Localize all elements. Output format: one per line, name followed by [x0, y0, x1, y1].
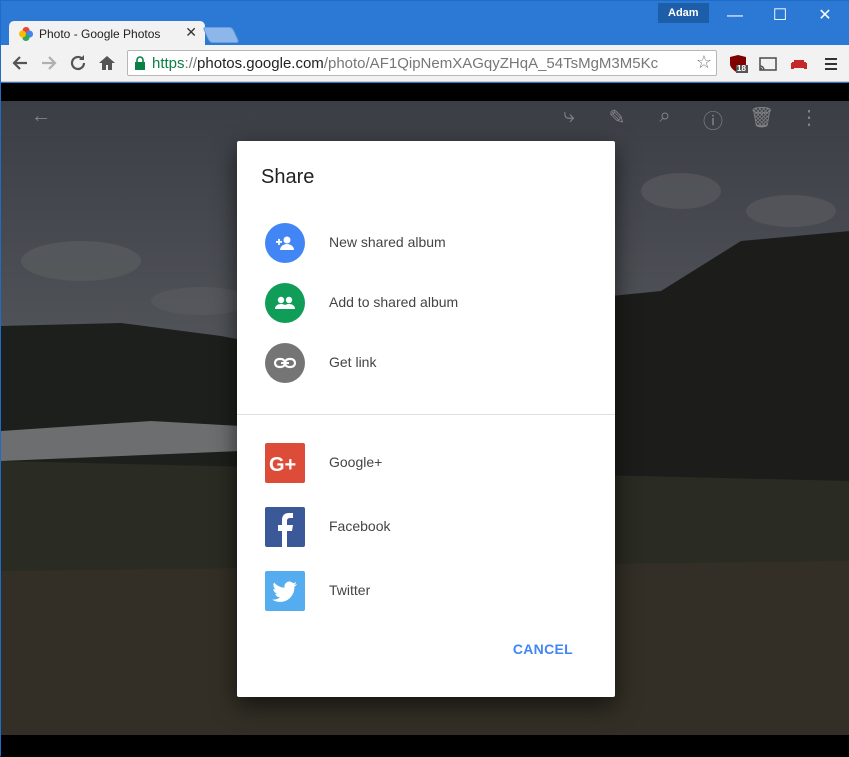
- add-to-shared-album-option[interactable]: Add to shared album: [237, 273, 615, 333]
- facebook-icon: [265, 507, 305, 547]
- new-shared-album-option[interactable]: New shared album: [237, 213, 615, 273]
- link-icon: [265, 343, 305, 383]
- twitter-label: Twitter: [329, 582, 371, 598]
- share-dialog: Share New shared album Add to shared alb…: [237, 141, 615, 697]
- google-plus-option[interactable]: G+ Google+: [237, 433, 615, 493]
- profile-button[interactable]: Adam: [658, 3, 709, 23]
- svg-text:G+: G+: [269, 454, 296, 476]
- home-icon[interactable]: [96, 52, 118, 74]
- viewer-info-icon[interactable]: ⓘ: [701, 105, 725, 133]
- viewer-zoom-icon[interactable]: ⌕: [653, 105, 677, 129]
- cancel-button[interactable]: CANCEL: [513, 641, 573, 657]
- browser-toolbar: https://photos.google.com/photo/AF1QipNe…: [1, 45, 849, 82]
- minimize-icon[interactable]: —: [713, 3, 757, 29]
- menu-icon[interactable]: [821, 54, 841, 74]
- add-to-shared-album-label: Add to shared album: [329, 294, 459, 310]
- twitter-option[interactable]: Twitter: [237, 561, 615, 621]
- forward-arrow-icon[interactable]: [38, 52, 60, 74]
- bookmark-star-icon[interactable]: ☆: [696, 52, 712, 73]
- group-icon: [265, 283, 305, 323]
- google-plus-icon: G+: [265, 443, 305, 483]
- back-arrow-icon[interactable]: [9, 52, 31, 74]
- lock-icon: [135, 56, 145, 70]
- tab-close-icon[interactable]: ✕: [185, 24, 197, 41]
- viewer-more-icon[interactable]: ⋮: [797, 105, 821, 129]
- maximize-icon[interactable]: ☐: [758, 3, 802, 29]
- get-link-option[interactable]: Get link: [237, 333, 615, 393]
- tab-photo[interactable]: Photo - Google Photos ✕: [9, 21, 205, 47]
- ublock-count: 18: [737, 64, 746, 73]
- tab-bar: Photo - Google Photos ✕ Adam — ☐ ✕: [1, 1, 849, 47]
- browser-window: Photo - Google Photos ✕ Adam — ☐ ✕ https…: [0, 0, 849, 757]
- pocket-extension-icon[interactable]: [789, 54, 809, 74]
- cast-icon[interactable]: [758, 54, 778, 74]
- group-add-icon: [265, 223, 305, 263]
- new-tab-button[interactable]: [202, 27, 240, 43]
- tab-title: Photo - Google Photos: [39, 27, 161, 41]
- google-plus-label: Google+: [329, 454, 383, 470]
- twitter-icon: [265, 571, 305, 611]
- facebook-label: Facebook: [329, 518, 391, 534]
- viewer-share-icon[interactable]: ⤷: [557, 105, 581, 129]
- viewer-delete-icon[interactable]: 🗑: [749, 105, 774, 129]
- dialog-title: Share: [261, 166, 315, 188]
- url-text: https://photos.google.com/photo/AF1QipNe…: [152, 55, 659, 72]
- viewer-edit-icon[interactable]: ✎: [605, 105, 629, 129]
- new-shared-album-label: New shared album: [329, 234, 446, 250]
- close-window-icon[interactable]: ✕: [803, 3, 847, 29]
- get-link-label: Get link: [329, 354, 377, 370]
- dialog-divider: [237, 414, 615, 415]
- reload-icon[interactable]: [67, 52, 89, 74]
- viewer-back-icon[interactable]: ←: [29, 105, 53, 129]
- google-photos-icon: [19, 27, 33, 41]
- facebook-option[interactable]: Facebook: [237, 497, 615, 557]
- address-bar[interactable]: https://photos.google.com/photo/AF1QipNe…: [127, 50, 717, 76]
- ublock-icon[interactable]: 18: [728, 54, 748, 74]
